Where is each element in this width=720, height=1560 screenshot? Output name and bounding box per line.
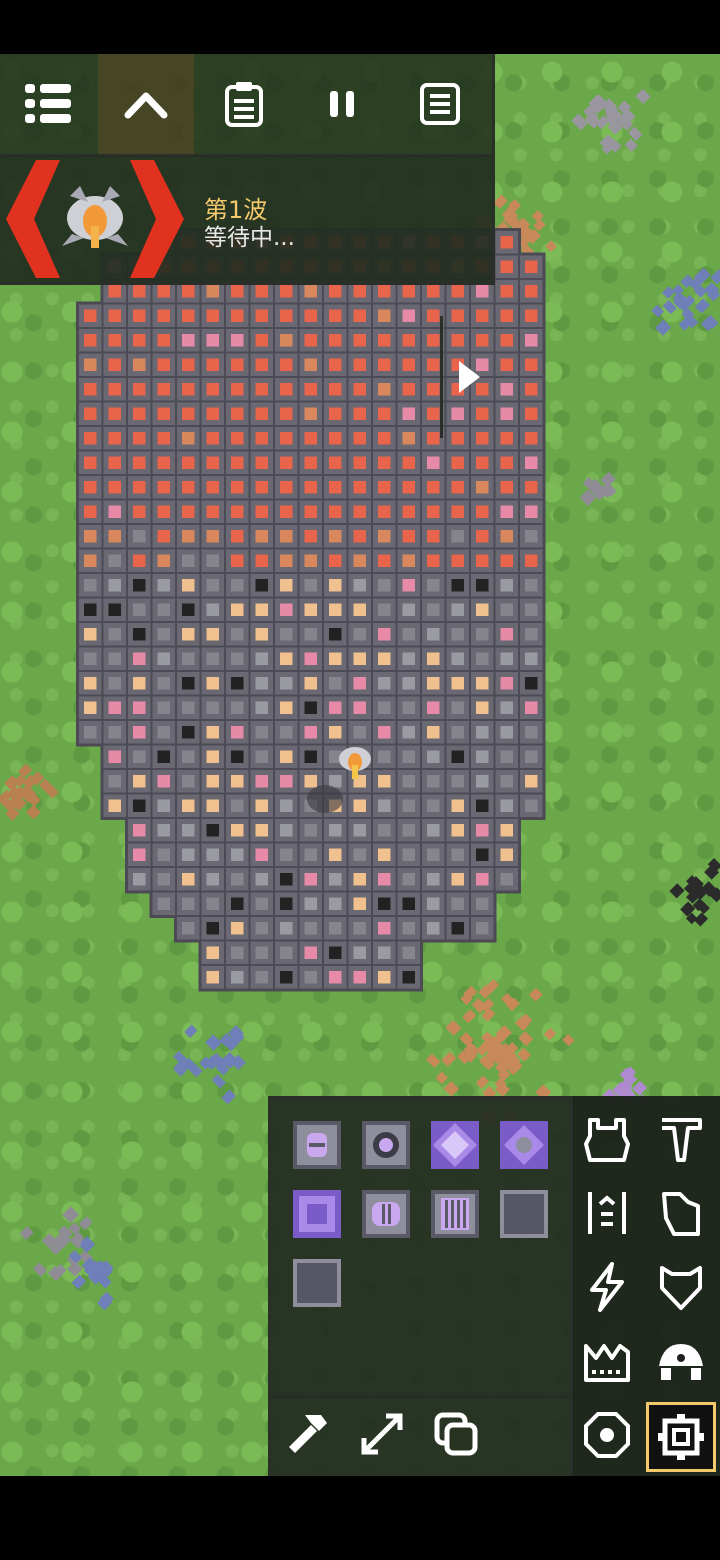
status-bar xyxy=(0,0,720,54)
enemy-unit-icon xyxy=(62,186,128,248)
chevron-up-icon xyxy=(124,92,168,119)
category-effect[interactable] xyxy=(572,1400,642,1470)
block-world-processor[interactable] xyxy=(293,1190,341,1238)
block-selection-panel xyxy=(268,1096,574,1398)
block-memory-cell[interactable] xyxy=(431,1190,479,1238)
pause-icon xyxy=(330,91,354,117)
category-logic[interactable] xyxy=(646,1402,716,1472)
navigation-bar xyxy=(0,1476,720,1560)
database-button[interactable] xyxy=(392,54,488,154)
shield-icon xyxy=(660,1266,702,1310)
objectives-button[interactable] xyxy=(196,54,292,154)
clipboard-icon xyxy=(225,82,263,127)
expand-icon xyxy=(361,1413,403,1455)
category-units[interactable] xyxy=(646,1326,716,1396)
category-power[interactable] xyxy=(572,1252,642,1322)
lightning-icon xyxy=(590,1262,624,1312)
block-logic-processor[interactable] xyxy=(293,1121,341,1169)
block-large-display[interactable] xyxy=(293,1259,341,1307)
block-grid xyxy=(293,1121,548,1307)
effect-icon xyxy=(584,1412,630,1458)
wave-status: 等待中... xyxy=(204,225,295,251)
pause-button[interactable] xyxy=(294,54,390,154)
skip-wave-button[interactable] xyxy=(440,316,495,438)
top-toolbar xyxy=(0,54,495,157)
category-distribution[interactable] xyxy=(572,1178,642,1248)
drill-icon xyxy=(662,1118,702,1162)
schematic-select-button[interactable] xyxy=(352,1404,412,1464)
logic-icon xyxy=(658,1414,704,1460)
list-icon xyxy=(25,84,71,123)
block-hyper-processor[interactable] xyxy=(431,1121,479,1169)
block-micro-processor[interactable] xyxy=(362,1121,410,1169)
unit-icon xyxy=(659,1344,703,1380)
document-icon xyxy=(420,83,460,125)
turret-icon xyxy=(584,1118,630,1162)
category-defense[interactable] xyxy=(646,1252,716,1322)
schematics-button[interactable] xyxy=(426,1404,486,1464)
block-memory-bank[interactable] xyxy=(500,1121,548,1169)
collapse-button[interactable] xyxy=(98,54,194,154)
liquid-icon xyxy=(662,1192,700,1236)
menu-list-button[interactable] xyxy=(0,54,96,154)
copy-icon xyxy=(434,1412,478,1456)
category-production[interactable] xyxy=(646,1104,716,1174)
category-crafting[interactable] xyxy=(572,1326,642,1396)
block-switch[interactable] xyxy=(362,1190,410,1238)
wave-indicator xyxy=(6,160,184,278)
deconstruct-button[interactable] xyxy=(278,1404,338,1464)
category-liquid[interactable] xyxy=(646,1178,716,1248)
block-display[interactable] xyxy=(500,1190,548,1238)
factory-icon xyxy=(584,1344,630,1382)
hammer-icon xyxy=(289,1415,327,1453)
play-icon xyxy=(459,361,480,393)
category-turret[interactable] xyxy=(572,1104,642,1174)
conveyor-icon xyxy=(588,1192,626,1234)
